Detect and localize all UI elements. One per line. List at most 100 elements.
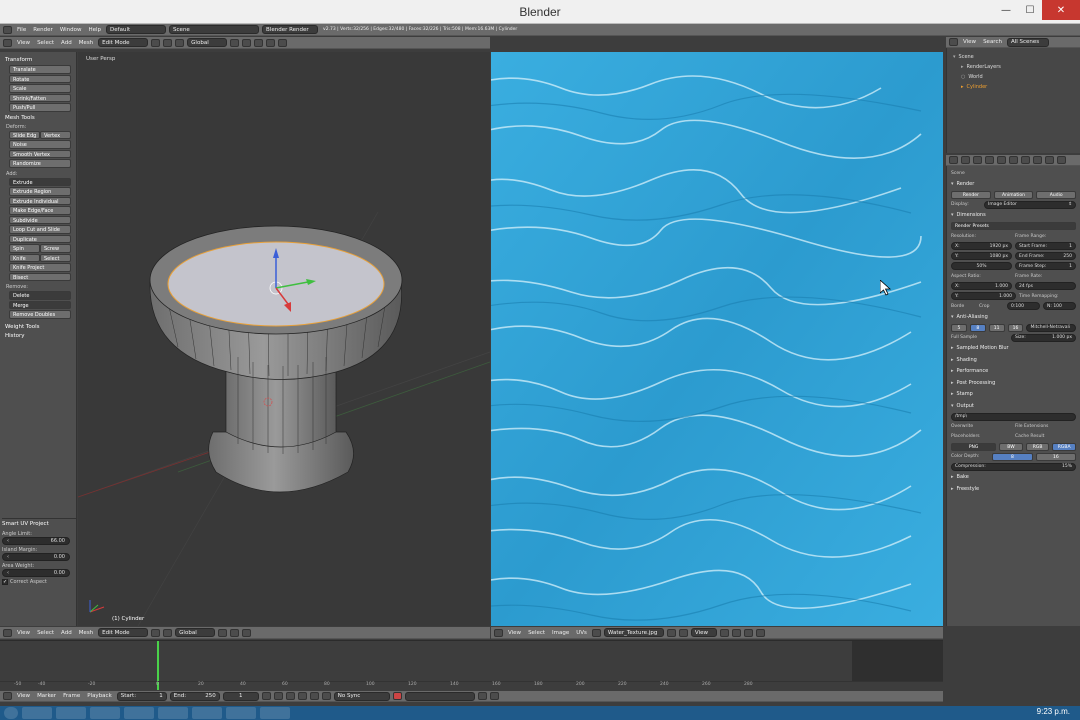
mode-select[interactable]: Edit Mode [98,38,149,47]
minimize-button[interactable]: — [994,0,1018,20]
shading-icon[interactable] [151,38,161,47]
uv-select-icon[interactable] [731,628,741,637]
mesh-tools-panel-header[interactable]: Mesh Tools [5,115,73,121]
aa-samples-11[interactable]: 11 [988,323,1005,332]
image-name-field[interactable]: Water_Texture.jpg [603,628,664,637]
timeline-menu-playback[interactable]: Playback [85,693,114,699]
taskbar-app-icon[interactable] [192,707,222,719]
time-remap-old-field[interactable]: 0:100 [1007,302,1040,310]
outliner-item-world[interactable]: ○ World [953,72,1074,82]
render-tab-icon[interactable] [961,156,970,164]
aspect-x-field[interactable]: X: 1.000 [951,282,1012,290]
pivot-icon[interactable] [163,38,173,47]
extrude-individual-button[interactable]: Extrude Individual [9,196,71,205]
mesh-view[interactable] [78,52,490,626]
manipulator-icon[interactable] [175,38,185,47]
render-icon[interactable] [278,38,288,47]
menu-file[interactable]: File [15,27,28,33]
area-weight-field[interactable]: ‹ 0.00 [2,569,70,577]
editor-type-icon[interactable] [949,156,958,164]
angle-limit-field[interactable]: ‹ 66.00 [2,537,70,545]
duplicate-button[interactable]: Duplicate [9,234,71,243]
menu-window[interactable]: Window [58,27,84,33]
filter-size-field[interactable]: Size: 1.000 px [1011,333,1076,342]
texture-tab-icon[interactable] [1057,156,1066,164]
audio-button[interactable]: Audio [1036,190,1077,199]
editor-type-icon[interactable] [3,38,12,47]
modifiers-tab-icon[interactable] [1021,156,1030,164]
make-edge-face-button[interactable]: Make Edge/Face [9,206,71,215]
delete-keyframe-icon[interactable] [489,692,499,700]
footer-mode-select[interactable]: Edit Mode [98,628,149,637]
keying-set-field[interactable] [404,691,475,701]
correct-aspect-checkbox[interactable]: ✓ [2,579,8,585]
timeline-panel[interactable]: -50 -40 -20 0 20 40 60 80 100 120 140 16… [0,640,943,690]
outliner-item-cylinder[interactable]: ▸ Cylinder [953,82,1074,92]
footer-menu-select[interactable]: Select [35,630,56,636]
shading-panel-header[interactable]: Shading [951,354,1076,366]
aa-samples-16[interactable]: 16 [1007,323,1024,332]
vertex-select-icon[interactable] [218,628,228,637]
color-rgb-button[interactable]: RGB [1025,442,1050,451]
history-panel-header[interactable]: History [5,333,73,339]
remove-doubles-button[interactable]: Remove Doubles [9,310,71,319]
output-path-field[interactable]: /tmp\ [951,412,1076,421]
overwrite-checkbox[interactable]: Overwrite [951,424,1012,429]
file-format-select[interactable]: PNG [951,442,997,451]
bisect-button[interactable]: Bisect [9,272,71,281]
bake-panel-header[interactable]: Bake [951,472,1076,484]
island-margin-field[interactable]: ‹ 0.00 [2,553,70,561]
motion-blur-panel-header[interactable]: Sampled Motion Blur [951,343,1076,355]
3d-viewport[interactable]: User Persp (1) Cylinder [78,52,490,626]
scale-button[interactable]: Scale [9,84,71,93]
taskbar-blender-icon[interactable] [124,707,154,719]
menu-render[interactable]: Render [31,27,55,33]
play-reverse-icon[interactable] [285,692,295,700]
scene-tab-icon[interactable] [985,156,994,164]
taskbar-app-icon[interactable] [260,707,290,719]
editor-type-icon[interactable] [3,25,12,34]
taskbar-app-icon[interactable] [90,707,120,719]
output-panel-header[interactable]: Output [951,400,1076,412]
end-frame-field[interactable]: End: 250 [169,691,220,701]
taskbar-ie-icon[interactable] [22,707,52,719]
resolution-y-field[interactable]: Y: 1080 px [951,252,1012,260]
jump-start-icon[interactable] [261,692,271,700]
color-depth-8-button[interactable]: 8 [992,452,1033,461]
frame-rate-select[interactable]: 24 fps [1015,282,1076,290]
world-tab-icon[interactable] [997,156,1006,164]
taskbar-explorer-icon[interactable] [56,707,86,719]
compression-field[interactable]: Compression: 15% [951,462,1076,471]
render-layers-tab-icon[interactable] [973,156,982,164]
taskbar-app-icon[interactable] [226,707,256,719]
time-remap-new-field[interactable]: N: 100 [1043,302,1076,310]
sync-mode-select[interactable]: No Sync [333,691,390,701]
extrude-menu-button[interactable]: Extrude [9,177,71,186]
data-tab-icon[interactable] [1033,156,1042,164]
operator-panel-header[interactable]: Smart UV Project [2,521,76,527]
prev-keyframe-icon[interactable] [273,692,283,700]
weight-tools-panel-header[interactable]: Weight Tools [5,324,73,330]
border-checkbox[interactable]: Borde [951,304,976,309]
image-pin-icon[interactable] [666,628,676,637]
slide-edge-button[interactable]: Slide Edg [9,130,40,139]
render-panel-header[interactable]: Render [951,178,1076,190]
outliner-filter-select[interactable]: All Scenes [1006,37,1049,47]
insert-keyframe-icon[interactable] [477,692,487,700]
snap-icon[interactable] [755,628,765,637]
start-frame-field[interactable]: Start Frame: 1 [1015,242,1076,250]
editor-type-icon[interactable] [3,628,12,637]
object-tab-icon[interactable] [1009,156,1018,164]
spin-button[interactable]: Spin [9,244,40,253]
uv-sync-icon[interactable] [719,628,729,637]
image-menu-image[interactable]: Image [550,630,571,636]
footer-orientation-select[interactable]: Global [175,628,216,637]
image-editor-panel[interactable] [491,52,943,626]
image-menu-uvs[interactable]: UVs [574,630,589,636]
file-extensions-checkbox[interactable]: File Extensions [1015,424,1076,429]
render-button[interactable]: Render [951,190,991,199]
editor-type-icon[interactable] [949,38,958,46]
image-close-icon[interactable] [678,628,688,637]
jump-end-icon[interactable] [321,692,331,700]
animation-button[interactable]: Animation [993,190,1034,199]
